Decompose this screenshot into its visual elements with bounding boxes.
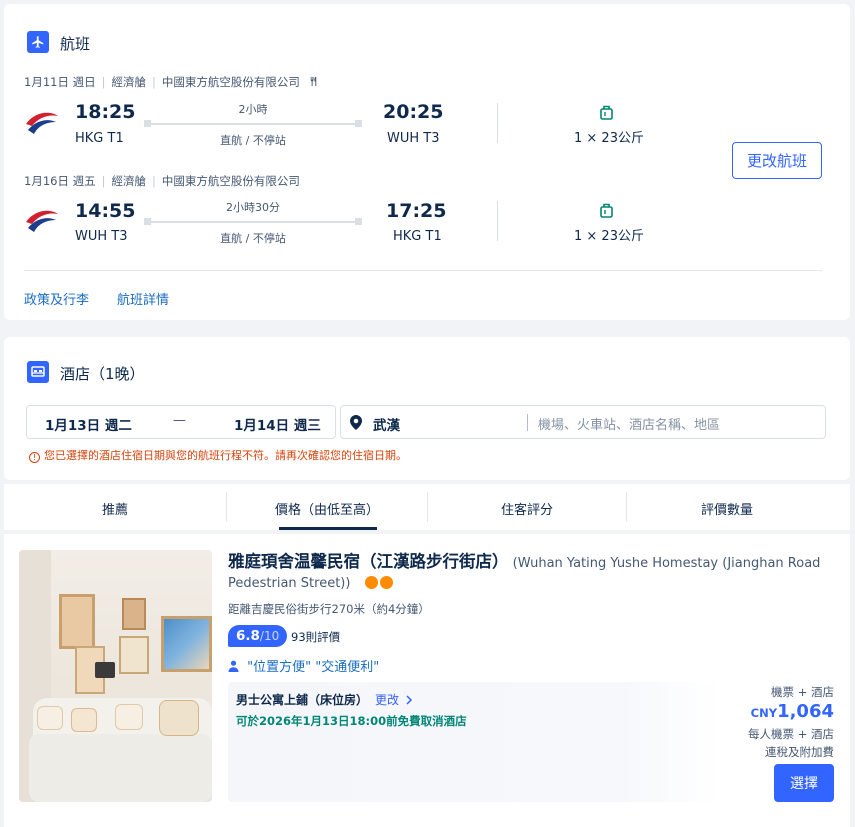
price-tax-note: 連稅及附加費 bbox=[765, 745, 834, 759]
tab-price-low-high[interactable]: 價格（由低至高） bbox=[227, 499, 427, 518]
date-separator: — bbox=[173, 413, 186, 428]
chevron-right-icon bbox=[406, 693, 413, 707]
segment-2-stops: 直航 / 不停站 bbox=[220, 232, 286, 245]
segment-1-baggage: 1 × 23公斤 bbox=[574, 131, 644, 146]
room-offer-box: 男士公寓上鋪（床位房） 更改 可於2026年1月13日18:00前免費取消酒店 bbox=[228, 682, 720, 802]
tab-review-count[interactable]: 評價數量 bbox=[627, 499, 827, 518]
route-end-dot bbox=[355, 120, 362, 127]
route-end-dot bbox=[355, 218, 362, 225]
change-flight-button[interactable]: 更改航班 bbox=[732, 142, 822, 179]
flight-section-title: 航班 bbox=[60, 35, 91, 53]
select-hotel-button[interactable]: 選擇 bbox=[774, 764, 834, 802]
segment-2-cabin: 經濟艙 bbox=[111, 174, 146, 188]
flight-details-link[interactable]: 航班詳情 bbox=[117, 289, 169, 308]
policy-baggage-link[interactable]: 政策及行李 bbox=[24, 289, 89, 308]
warning-icon: ! bbox=[29, 452, 40, 463]
segment-2-departure-airport: WUH T3 bbox=[75, 229, 128, 244]
medal-icon bbox=[379, 576, 393, 589]
divider bbox=[497, 201, 498, 241]
rating-badge: 6.8/10 bbox=[228, 625, 288, 647]
hotel-photo[interactable] bbox=[19, 550, 212, 802]
segment-1-departure-airport: HKG T1 bbox=[75, 131, 124, 146]
segment-2-meta: 1月16日 週五 | 經濟艙 | 中國東方航空股份有限公司 bbox=[24, 174, 300, 188]
rating-max: /10 bbox=[259, 629, 280, 643]
airline-logo-icon bbox=[24, 206, 60, 242]
hotel-name-english[interactable]: (Wuhan Yating Yushe Homestay (Jianghan R… bbox=[513, 556, 821, 571]
meal-icon bbox=[308, 75, 319, 89]
destination-search-input[interactable]: 機場、火車站、酒店名稱、地區 bbox=[538, 414, 720, 433]
bed-icon bbox=[27, 361, 49, 383]
segment-2-airline: 中國東方航空股份有限公司 bbox=[161, 174, 300, 188]
segment-2-departure-time: 14:55 bbox=[75, 200, 136, 222]
warning-text: 您已選擇的酒店住宿日期與您的航班行程不符。請再次確認您的住宿日期。 bbox=[44, 449, 407, 462]
flight-card: 航班 1月11日 週日 | 經濟艙 | 中國東方航空股份有限公司 18:25 HKG T… bbox=[4, 4, 850, 320]
airline-logo-icon bbox=[24, 108, 60, 144]
segment-2-arrival-time: 17:25 bbox=[386, 200, 447, 222]
price-label: 機票 + 酒店 bbox=[771, 685, 834, 699]
flight-card-divider bbox=[24, 270, 822, 271]
segment-1-arrival-time: 20:25 bbox=[383, 101, 444, 123]
segment-1-cabin: 經濟艙 bbox=[111, 75, 146, 89]
luggage-icon bbox=[600, 105, 613, 124]
active-tab-indicator bbox=[279, 527, 377, 530]
hotel-result-card[interactable]: 雅庭頊舍温馨民宿（江漢路步行街店） (Wuhan Yating Yushe Ho… bbox=[4, 534, 850, 827]
tab-recommended[interactable]: 推薦 bbox=[4, 499, 226, 518]
segment-1-departure-time: 18:25 bbox=[75, 101, 136, 123]
luggage-icon bbox=[600, 203, 613, 222]
destination-search-field[interactable]: 武漢 機場、火車站、酒店名稱、地區 bbox=[340, 405, 826, 439]
airplane-icon bbox=[27, 31, 49, 53]
price-block: CNY1,064 bbox=[751, 701, 834, 722]
tab-guest-rating[interactable]: 住客評分 bbox=[428, 499, 626, 518]
review-count[interactable]: 93則評價 bbox=[291, 629, 340, 645]
hotel-name-english-cont: Pedestrian Street)) bbox=[228, 574, 393, 594]
hotel-tags: "位置方便" "交通便利" bbox=[228, 656, 379, 675]
segment-1-meta: 1月11日 週日 | 經濟艙 | 中國東方航空股份有限公司 bbox=[24, 74, 319, 90]
change-room-text[interactable]: 更改 bbox=[375, 693, 399, 707]
segment-2-baggage: 1 × 23公斤 bbox=[574, 229, 644, 244]
segment-1-duration: 2小時 bbox=[238, 103, 268, 116]
hotel-distance: 距離吉慶民俗街步行270米（約4分鐘） bbox=[228, 602, 430, 616]
segment-2-arrival-airport: HKG T1 bbox=[393, 229, 442, 244]
destination-city[interactable]: 武漢 bbox=[373, 414, 400, 434]
hotel-name-block[interactable]: 雅庭頊舍温馨民宿（江漢路步行街店） (Wuhan Yating Yushe Ho… bbox=[228, 550, 838, 575]
checkout-date[interactable]: 1月14日 週三 bbox=[234, 414, 321, 434]
price-currency: CNY bbox=[750, 706, 778, 720]
hotel-name[interactable]: 雅庭頊舍温馨民宿（江漢路步行街店） bbox=[228, 552, 509, 571]
user-icon bbox=[228, 660, 243, 675]
checkin-date[interactable]: 1月13日 週二 bbox=[45, 414, 132, 434]
route-line bbox=[144, 123, 362, 125]
segment-1-arrival-airport: WUH T3 bbox=[387, 131, 440, 146]
hotel-name-english-part2: Pedestrian Street)) bbox=[228, 576, 351, 591]
hotel-tags-text: "位置方便" "交通便利" bbox=[247, 660, 380, 675]
price-per-person: 每人機票 + 酒店 bbox=[748, 727, 834, 741]
date-range-picker[interactable]: 1月13日 週二 — 1月14日 週三 bbox=[26, 405, 336, 439]
divider bbox=[497, 103, 498, 143]
hotel-search-card: 酒店（1晚） 1月13日 週二 — 1月14日 週三 武漢 機場、火車站、酒店名… bbox=[4, 337, 850, 480]
segment-1-airline: 中國東方航空股份有限公司 bbox=[161, 75, 300, 89]
date-mismatch-warning: ! 您已選擇的酒店住宿日期與您的航班行程不符。請再次確認您的住宿日期。 bbox=[29, 447, 407, 463]
route-line bbox=[144, 221, 362, 223]
segment-1-stops: 直航 / 不停站 bbox=[220, 134, 286, 147]
sort-tabs-bar: 推薦 價格（由低至高） 住客評分 評價數量 bbox=[4, 484, 850, 530]
price-amount: 1,064 bbox=[777, 701, 834, 722]
location-pin-icon bbox=[350, 415, 362, 434]
rating-score: 6.8 bbox=[236, 628, 260, 644]
segment-2-date: 1月16日 週五 bbox=[24, 174, 96, 188]
free-cancellation: 可於2026年1月13日18:00前免費取消酒店 bbox=[236, 714, 467, 728]
field-divider bbox=[527, 414, 528, 431]
medal-icon bbox=[364, 576, 378, 589]
change-room-link[interactable]: 更改 bbox=[375, 691, 413, 708]
segment-2-duration: 2小時30分 bbox=[226, 201, 280, 214]
hotel-section-title: 酒店（1晚） bbox=[60, 365, 145, 383]
segment-1-date: 1月11日 週日 bbox=[24, 75, 96, 89]
room-type: 男士公寓上鋪（床位房） bbox=[236, 693, 369, 707]
